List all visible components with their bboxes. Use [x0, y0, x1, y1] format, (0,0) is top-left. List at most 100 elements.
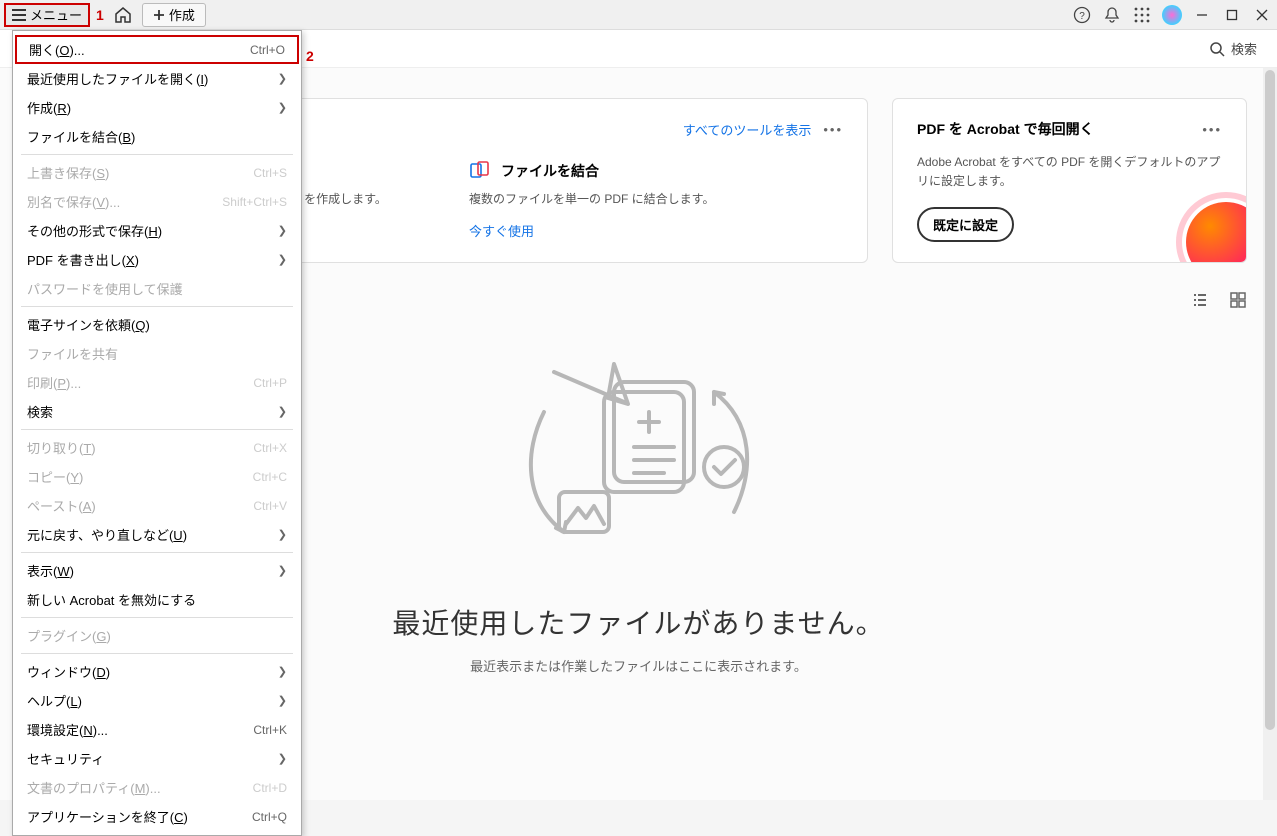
account-button[interactable]	[1157, 0, 1187, 30]
menu-item-shortcut: Ctrl+C	[253, 470, 287, 484]
apps-grid-icon	[1134, 7, 1150, 23]
menu-item-label: 別名で保存(V)...	[27, 192, 120, 211]
plus-icon	[153, 9, 165, 21]
combine-files-icon	[469, 160, 491, 182]
notifications-button[interactable]	[1097, 0, 1127, 30]
chevron-right-icon: ❯	[278, 528, 287, 541]
menu-item[interactable]: 環境設定(N)...Ctrl+K	[13, 715, 301, 744]
menu-item-label: 電子サインを依頼(Q)	[27, 315, 150, 334]
set-default-button[interactable]: 既定に設定	[917, 207, 1014, 242]
menu-item-shortcut: Ctrl+V	[253, 499, 287, 513]
minimize-icon	[1196, 9, 1208, 21]
menu-item-label: 新しい Acrobat を無効にする	[27, 590, 196, 609]
grid-view-button[interactable]	[1229, 291, 1247, 309]
promo-art-icon	[1186, 202, 1247, 263]
list-view-button[interactable]	[1191, 291, 1209, 309]
menu-item[interactable]: 新しい Acrobat を無効にする	[13, 585, 301, 614]
home-button[interactable]	[110, 4, 136, 26]
menu-item[interactable]: セキュリティ❯	[13, 744, 301, 773]
menu-item[interactable]: PDF を書き出し(X)❯	[13, 245, 301, 274]
menu-item: ペースト(A)Ctrl+V	[13, 491, 301, 520]
callout-1: 1	[96, 7, 104, 23]
tool-use-now-link[interactable]: 今すぐ使用	[469, 224, 534, 239]
menu-item: ファイルを共有	[13, 339, 301, 368]
menu-button-label: メニュー	[30, 5, 82, 24]
help-button[interactable]: ?	[1067, 0, 1097, 30]
menu-button[interactable]: メニュー	[4, 3, 90, 27]
promo-desc: Adobe Acrobat をすべての PDF を開くデフォルトのアプリに設定し…	[917, 153, 1222, 191]
maximize-icon	[1226, 9, 1238, 21]
menu-item: 文書のプロパティ(M)...Ctrl+D	[13, 773, 301, 802]
menu-item-label: 開く(O)...	[29, 40, 85, 59]
menu-item-shortcut: Ctrl+S	[253, 166, 287, 180]
menu-item[interactable]: ウィンドウ(D) ❯	[13, 657, 301, 686]
menu-item: 別名で保存(V)... Shift+Ctrl+S	[13, 187, 301, 216]
scrollbar-thumb[interactable]	[1265, 70, 1275, 730]
menu-separator	[21, 429, 293, 430]
avatar-icon	[1162, 5, 1182, 25]
menu-item-label: 表示(W)	[27, 561, 74, 580]
menu-item[interactable]: アプリケーションを終了(C)Ctrl+Q	[13, 802, 301, 831]
window-minimize[interactable]	[1187, 0, 1217, 30]
svg-text:?: ?	[1079, 11, 1085, 22]
menu-item-label: コピー(Y)	[27, 467, 83, 486]
main-menu-popup: 開く(O)... Ctrl+O 最近使用したファイルを開く(I) ❯ 作成(R) ❯ ファイ…	[12, 30, 302, 836]
menu-item[interactable]: その他の形式で保存(H)❯	[13, 216, 301, 245]
menu-item-label: 上書き保存(S)	[27, 163, 109, 182]
chevron-right-icon: ❯	[278, 694, 287, 707]
scrollbar[interactable]	[1263, 68, 1277, 800]
menu-item: 上書き保存(S) Ctrl+S	[13, 158, 301, 187]
create-button[interactable]: 作成	[142, 3, 206, 27]
close-icon	[1256, 9, 1268, 21]
menu-item-label: 作成(R)	[27, 98, 71, 117]
search-button[interactable]: 検索	[1209, 39, 1257, 58]
menu-item[interactable]: 検索❯	[13, 397, 301, 426]
tools-more-button[interactable]: •••	[823, 122, 843, 137]
show-all-tools-link[interactable]: すべてのツールを表示	[683, 120, 812, 139]
window-maximize[interactable]	[1217, 0, 1247, 30]
promo-title: PDF を Acrobat で毎回開く	[917, 119, 1094, 139]
menu-item-label: 最近使用したファイルを開く(I)	[27, 69, 208, 88]
menu-separator	[21, 306, 293, 307]
menu-item[interactable]: ファイルを結合(B)	[13, 122, 301, 151]
grid-view-icon	[1229, 291, 1247, 309]
menu-separator	[21, 617, 293, 618]
menu-item[interactable]: 作成(R) ❯	[13, 93, 301, 122]
menu-item-shortcut: Ctrl+O	[250, 43, 285, 57]
menu-item-label: 文書のプロパティ(M)...	[27, 778, 161, 797]
chevron-right-icon: ❯	[278, 665, 287, 678]
chevron-right-icon: ❯	[278, 405, 287, 418]
window-close[interactable]	[1247, 0, 1277, 30]
menu-item-label: ウィンドウ(D)	[27, 662, 110, 681]
menu-item[interactable]: ヘルプ(L)❯	[13, 686, 301, 715]
menu-item: 切り取り(T)Ctrl+X	[13, 433, 301, 462]
menu-item-shortcut: Shift+Ctrl+S	[222, 195, 287, 209]
create-button-label: 作成	[169, 5, 195, 24]
menu-separator	[21, 552, 293, 553]
menu-item: 印刷(P)...Ctrl+P	[13, 368, 301, 397]
menu-item-shortcut: Ctrl+Q	[252, 810, 287, 824]
search-label: 検索	[1231, 39, 1257, 58]
menu-item-label: セキュリティ	[27, 749, 104, 768]
promo-more-button[interactable]: •••	[1202, 122, 1222, 137]
menu-item-label: 印刷(P)...	[27, 373, 81, 392]
tool-combine-files: ファイルを結合 複数のファイルを単一の PDF に結合します。 今すぐ使用	[469, 160, 843, 240]
menu-separator	[21, 653, 293, 654]
apps-button[interactable]	[1127, 0, 1157, 30]
menu-item: プラグイン(G)	[13, 621, 301, 650]
chevron-right-icon: ❯	[278, 253, 287, 266]
chevron-right-icon: ❯	[278, 564, 287, 577]
chevron-right-icon: ❯	[278, 224, 287, 237]
chevron-right-icon: ❯	[278, 101, 287, 114]
menu-item[interactable]: 表示(W) ❯	[13, 556, 301, 585]
menu-item[interactable]: 開く(O)... Ctrl+O	[15, 35, 299, 64]
chevron-right-icon: ❯	[278, 72, 287, 85]
default-app-promo-card: PDF を Acrobat で毎回開く ••• Adobe Acrobat をす…	[892, 98, 1247, 263]
menu-item[interactable]: 元に戻す、やり直しなど(U)❯	[13, 520, 301, 549]
menu-item: パスワードを使用して保護	[13, 274, 301, 303]
help-icon: ?	[1073, 6, 1091, 24]
menu-item[interactable]: 最近使用したファイルを開く(I) ❯	[13, 64, 301, 93]
menu-item-shortcut: Ctrl+K	[253, 723, 287, 737]
menu-item[interactable]: 電子サインを依頼(Q)	[13, 310, 301, 339]
list-view-icon	[1191, 291, 1209, 309]
